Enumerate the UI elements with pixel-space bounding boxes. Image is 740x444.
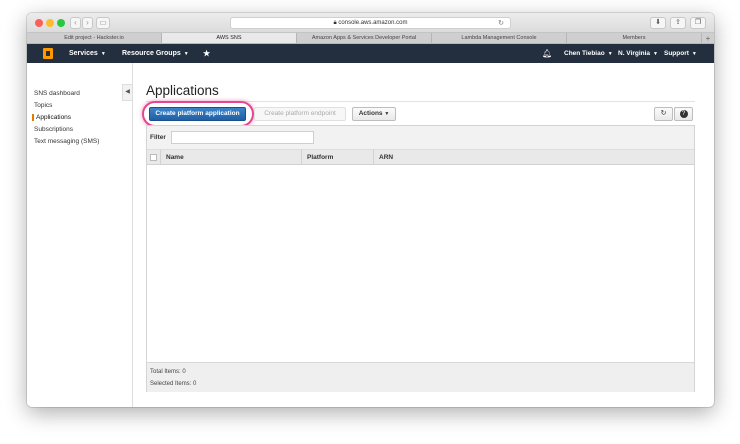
create-platform-endpoint-button[interactable]: Create platform endpoint	[254, 107, 346, 121]
select-all-cell	[147, 150, 161, 165]
chevron-down-icon: ▼	[691, 51, 697, 57]
actions-label: Actions	[358, 110, 383, 117]
refresh-icon[interactable]: ↻	[654, 107, 673, 121]
browser-tab-strip: Edit project - Hackster.io AWS SNS Amazo…	[27, 33, 714, 44]
chevron-down-icon: ▼	[653, 51, 658, 57]
collapse-sidebar-icon[interactable]: ◀	[122, 84, 133, 101]
zoom-window-button[interactable]	[57, 19, 65, 27]
sidebar-item-text-messaging[interactable]: Text messaging (SMS)	[34, 138, 99, 145]
pin-icon[interactable]: ★	[203, 44, 210, 63]
services-label: Services	[69, 50, 98, 57]
browser-tab[interactable]: Edit project - Hackster.io	[27, 33, 162, 43]
support-label: Support	[664, 50, 689, 57]
actions-button[interactable]: Actions ▼	[352, 107, 396, 121]
browser-tab[interactable]: Amazon Apps & Services Developer Portal	[297, 33, 432, 43]
table-header: Name Platform ARN	[147, 150, 694, 165]
resource-groups-label: Resource Groups	[122, 50, 181, 57]
select-all-checkbox[interactable]	[150, 154, 157, 161]
close-window-button[interactable]	[35, 19, 43, 27]
sidebar-item-subscriptions[interactable]: Subscriptions	[34, 126, 73, 133]
back-icon[interactable]: ‹	[70, 17, 81, 29]
filter-bar: Filter	[147, 126, 694, 150]
column-header-name[interactable]: Name	[161, 150, 302, 165]
column-header-arn[interactable]: ARN	[374, 150, 694, 165]
region-menu[interactable]: N. Virginia ▼	[618, 44, 658, 64]
download-icon[interactable]: ⬇	[650, 17, 666, 29]
help-icon[interactable]: ?	[674, 107, 693, 121]
user-label: Chen Tiebiao	[564, 50, 605, 57]
chevron-down-icon: ▼	[384, 111, 390, 117]
sidebar-item-topics[interactable]: Topics	[34, 102, 52, 109]
new-tab-icon[interactable]: +	[702, 33, 714, 43]
browser-titlebar: ‹ › ▭ 🔒︎ console.aws.amazon.com ↻ ⬇ ⇪ ❐	[27, 13, 714, 33]
filter-input[interactable]	[171, 131, 314, 144]
column-header-platform[interactable]: Platform	[302, 150, 374, 165]
selected-items: Selected Items: 0	[150, 381, 197, 387]
support-menu[interactable]: Support ▼	[664, 44, 697, 64]
aws-top-nav: Services ▼ Resource Groups ▼ ★ 🔔︎ Chen Tie…	[27, 44, 714, 63]
address-bar[interactable]: 🔒︎ console.aws.amazon.com ↻	[230, 17, 511, 29]
filter-label: Filter	[150, 134, 166, 141]
region-label: N. Virginia	[618, 50, 651, 57]
chevron-down-icon: ▼	[100, 51, 106, 57]
resource-groups-menu[interactable]: Resource Groups ▼	[122, 44, 189, 64]
browser-window: ‹ › ▭ 🔒︎ console.aws.amazon.com ↻ ⬇ ⇪ ❐ …	[27, 13, 714, 407]
sidebar-toggle-icon[interactable]: ▭	[96, 17, 110, 29]
sidebar-item-sns-dashboard[interactable]: SNS dashboard	[34, 90, 80, 97]
page-title: Applications	[146, 83, 219, 98]
forward-icon[interactable]: ›	[82, 17, 93, 29]
aws-cube-icon[interactable]	[43, 48, 53, 59]
browser-tab[interactable]: Members	[567, 33, 702, 43]
sidebar-item-applications[interactable]: Applications	[32, 114, 71, 121]
address-bar-url: console.aws.amazon.com	[338, 20, 408, 26]
create-platform-application-button[interactable]: Create platform application	[149, 107, 246, 121]
tabs-overview-icon[interactable]: ❐	[690, 17, 706, 29]
bell-icon[interactable]: 🔔︎	[542, 44, 552, 63]
total-items: Total Items: 0	[150, 369, 186, 375]
services-menu[interactable]: Services ▼	[69, 44, 106, 64]
sns-sidebar: SNS dashboard Topics Applications Subscr…	[27, 63, 133, 407]
table-footer: Total Items: 0 Selected Items: 0	[147, 362, 694, 392]
share-icon[interactable]: ⇪	[670, 17, 686, 29]
user-menu[interactable]: Chen Tiebiao ▼	[564, 44, 613, 64]
browser-tab-active[interactable]: AWS SNS	[162, 33, 297, 43]
applications-table: Filter Name Platform ARN Total Items: 0 …	[146, 125, 695, 392]
minimize-window-button[interactable]	[46, 19, 54, 27]
chevron-down-icon: ▼	[607, 51, 613, 57]
browser-tab[interactable]: Lambda Management Console	[432, 33, 567, 43]
chevron-down-icon: ▼	[183, 51, 189, 57]
reload-icon[interactable]: ↻	[498, 18, 504, 29]
lock-icon: 🔒︎	[333, 20, 337, 26]
